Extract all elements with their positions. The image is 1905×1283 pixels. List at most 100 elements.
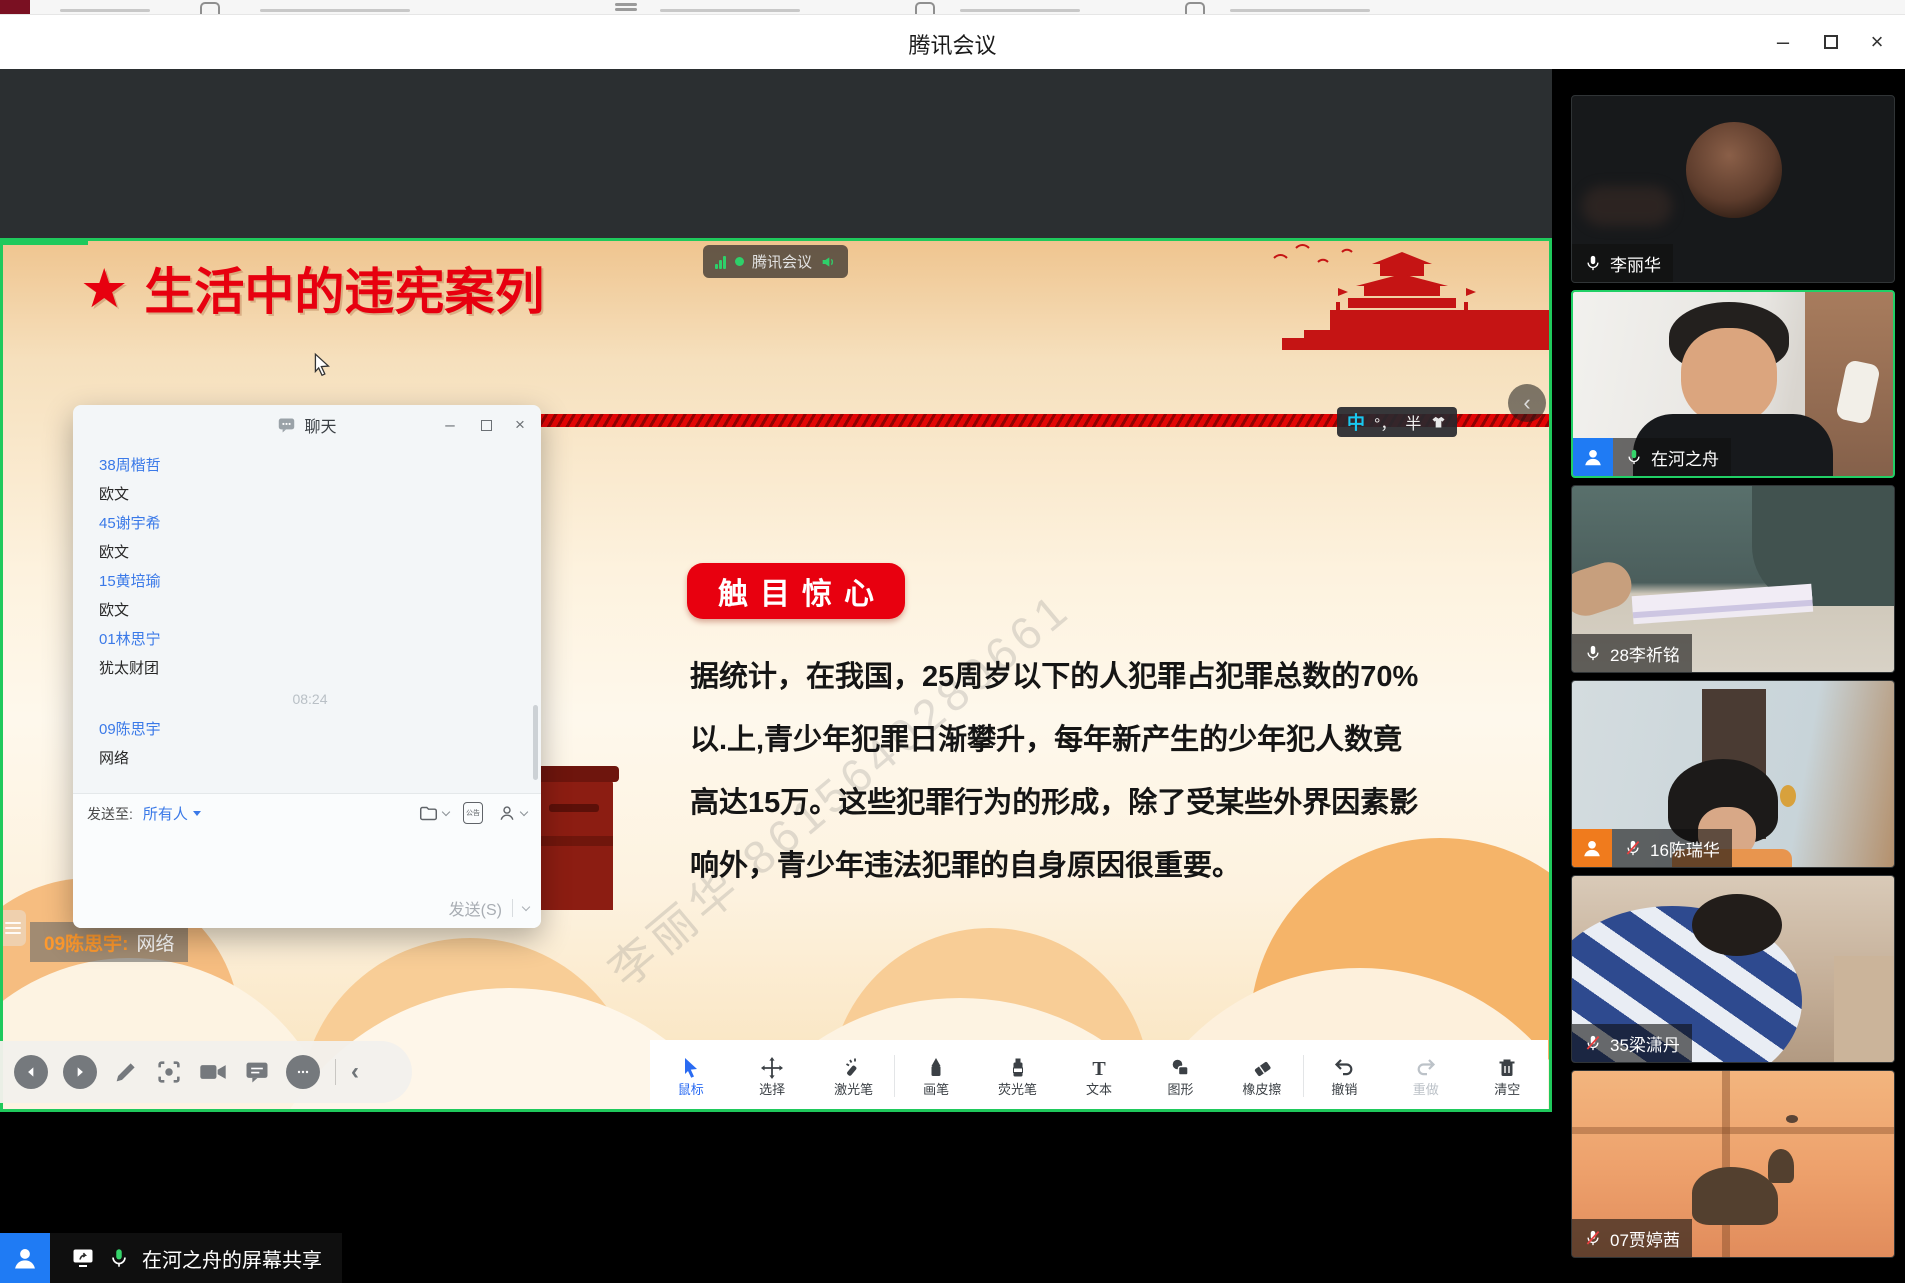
ime-width-mode[interactable]: 半 xyxy=(1405,410,1421,434)
video-hair xyxy=(1692,894,1782,956)
tab-fragment-icon xyxy=(1185,2,1205,14)
tab-fragment-icon xyxy=(200,2,220,14)
app-window: 腾讯会议 – × xyxy=(0,0,1905,1283)
send-button[interactable]: 发送(S) xyxy=(449,896,502,920)
previous-button[interactable] xyxy=(14,1055,48,1089)
folder-icon xyxy=(418,804,439,823)
participant-tile[interactable]: 在河之舟 xyxy=(1571,290,1895,478)
mouse-cursor xyxy=(310,352,336,378)
tool-text[interactable]: T 文本 xyxy=(1058,1040,1139,1112)
slide-badge: 触目惊心 xyxy=(687,563,905,619)
screen-share-icon xyxy=(70,1246,96,1270)
minimize-button[interactable]: – xyxy=(1761,15,1805,69)
participant-name-chip: 07贾婷茜 xyxy=(1572,1219,1692,1257)
tool-highlighter[interactable]: 荧光笔 xyxy=(977,1040,1058,1112)
chevron-down-icon xyxy=(520,807,528,815)
participant-tile[interactable]: 28李祈铭 xyxy=(1571,485,1895,673)
person-icon xyxy=(1581,837,1603,859)
tiananmen-decoration xyxy=(1252,238,1552,350)
chat-close-button[interactable]: × xyxy=(505,411,535,439)
tab-fragment-icon xyxy=(615,8,637,11)
chat-input[interactable] xyxy=(87,836,527,886)
annotate-pencil-button[interactable] xyxy=(112,1058,140,1086)
participant-tile[interactable]: 李丽华 xyxy=(1571,95,1895,283)
participant-tile[interactable]: 16陈瑞华 xyxy=(1571,680,1895,868)
undo-icon xyxy=(1332,1056,1356,1080)
chat-timestamp: 08:24 xyxy=(99,683,521,715)
tool-redo[interactable]: 重做 xyxy=(1385,1040,1466,1112)
redo-icon xyxy=(1414,1056,1438,1080)
camera-button[interactable] xyxy=(198,1058,228,1086)
chat-sender: 38周楷哲 xyxy=(99,451,521,480)
paragraph-line: 高达15万。这些犯罪行为的形成，除了受某些外界因素影 xyxy=(690,772,1380,835)
more-button[interactable] xyxy=(286,1055,320,1089)
chat-sender: 45谢宇希 xyxy=(99,509,521,538)
window-titlebar: 腾讯会议 – × xyxy=(0,15,1905,69)
avatar xyxy=(1686,122,1782,218)
play-button[interactable] xyxy=(63,1055,97,1089)
divider xyxy=(335,1059,336,1085)
chat-maximize-button[interactable] xyxy=(471,411,501,439)
mic-speaking-icon xyxy=(1625,447,1643,467)
person-icon xyxy=(1582,446,1604,468)
dropdown-triangle-icon xyxy=(193,811,201,816)
tab-fragment-icon xyxy=(915,2,935,14)
tab-fragment-text xyxy=(960,9,1080,12)
tool-undo[interactable]: 撤销 xyxy=(1304,1040,1385,1112)
chat-minimize-button[interactable]: – xyxy=(435,411,465,439)
participant-tile[interactable]: 07贾婷茜 xyxy=(1571,1070,1895,1258)
mention-member-button[interactable] xyxy=(497,803,527,823)
panel-collapse-button[interactable]: ‹ xyxy=(1508,384,1546,422)
bird-silhouette xyxy=(1786,1115,1798,1123)
participant-name-chip: 28李祈铭 xyxy=(1572,634,1692,672)
participant-name: 07贾婷茜 xyxy=(1610,1226,1680,1251)
capture-focus-button[interactable] xyxy=(155,1058,183,1086)
ime-language-mode[interactable]: 中 xyxy=(1347,409,1365,435)
tool-laser[interactable]: 激光笔 xyxy=(813,1040,894,1112)
tool-mouse[interactable]: 鼠标 xyxy=(650,1040,731,1112)
tool-shapes[interactable]: 图形 xyxy=(1140,1040,1221,1112)
participant-name-chip: 16陈瑞华 xyxy=(1612,829,1732,867)
eraser-icon xyxy=(1250,1056,1274,1080)
screenshot-menu-button[interactable] xyxy=(418,804,449,823)
chat-compose-area[interactable]: 发送至: 所有人 公告 xyxy=(73,793,541,928)
paragraph-line: 响外，青少年违法犯罪的自身原因很重要。 xyxy=(690,835,1380,898)
ime-punctuation-mode[interactable]: °， xyxy=(1374,410,1396,434)
previous-icon xyxy=(24,1065,38,1079)
collapse-toolbar-button[interactable]: ‹ xyxy=(351,1058,359,1086)
play-icon xyxy=(73,1065,87,1079)
video-furniture xyxy=(1834,956,1894,1063)
caption-text: 网络 xyxy=(136,929,174,956)
announcement-button[interactable]: 公告 xyxy=(463,802,483,824)
mic-muted-icon xyxy=(1584,1228,1602,1248)
chat-sender: 01林思宁 xyxy=(99,625,521,654)
chat-scrollbar[interactable] xyxy=(533,705,538,780)
participant-name: 16陈瑞华 xyxy=(1650,836,1720,861)
participant-name: 35梁潇丹 xyxy=(1610,1031,1680,1056)
slide-title: ★ 生活中的违宪案列 xyxy=(80,252,544,324)
annotation-toolbar: 鼠标 选择 激光笔 画笔 xyxy=(650,1040,1548,1112)
send-options-chevron-icon[interactable] xyxy=(522,902,530,910)
caption-handle-icon[interactable] xyxy=(0,910,26,946)
ime-skin-shirt-icon[interactable] xyxy=(1430,414,1447,431)
chat-message-list[interactable]: 38周楷哲 欧文 45谢宇希 欧文 15黄培瑜 欧文 01林思宁 犹太财团 08… xyxy=(99,451,521,773)
caption-speaker: 09陈思宇: xyxy=(44,929,128,956)
ime-status-bar[interactable]: 中 °， 半 xyxy=(1337,407,1457,437)
close-button[interactable]: × xyxy=(1855,15,1899,69)
maximize-button[interactable] xyxy=(1809,15,1853,69)
panel-gap xyxy=(1552,69,1561,1283)
chat-button[interactable] xyxy=(243,1058,271,1086)
tool-clear[interactable]: 清空 xyxy=(1467,1040,1548,1112)
presentation-top-band xyxy=(0,69,1561,238)
recording-dot-icon xyxy=(735,257,744,266)
mic-on-icon xyxy=(1584,253,1602,273)
chat-window: 聊天 – × 38周楷哲 欧文 45谢宇希 欧文 15黄培瑜 欧文 01林思宁 … xyxy=(73,405,541,928)
send-to-selector[interactable]: 所有人 xyxy=(143,803,201,824)
tool-eraser[interactable]: 橡皮擦 xyxy=(1221,1040,1302,1112)
tool-pen[interactable]: 画笔 xyxy=(895,1040,976,1112)
star-icon: ★ xyxy=(80,257,128,320)
participant-name-chip: 在河之舟 xyxy=(1613,438,1731,476)
tool-select[interactable]: 选择 xyxy=(731,1040,812,1112)
participant-tile[interactable]: 35梁潇丹 xyxy=(1571,875,1895,1063)
mic-active-icon xyxy=(108,1246,130,1270)
